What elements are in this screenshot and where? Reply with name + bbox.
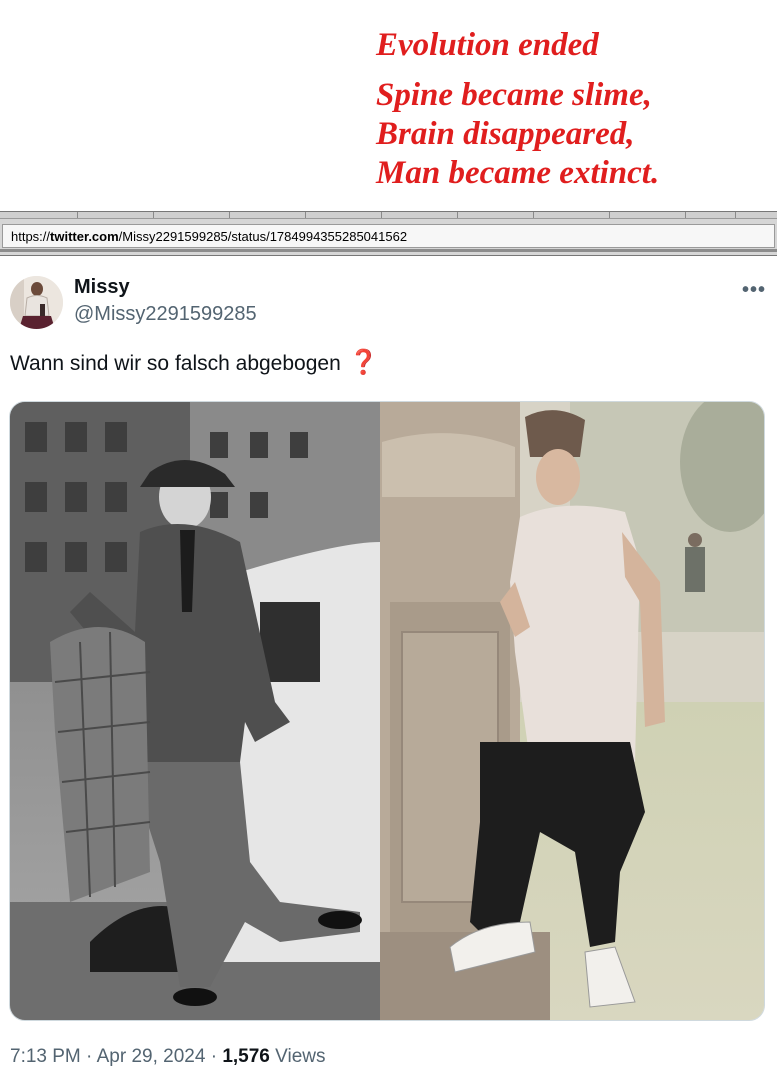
- avatar-image: [10, 276, 63, 329]
- tweet-metadata: 7:13 PM · Apr 29, 2024 · 1,576 Views: [10, 1044, 325, 1069]
- user-handle[interactable]: @Missy2291599285: [74, 302, 257, 327]
- url-prefix: https://: [11, 229, 51, 244]
- caption-line-3: Brain disappeared,: [376, 116, 635, 152]
- meta-separator: ·: [205, 1046, 223, 1067]
- meta-separator: ·: [80, 1046, 97, 1067]
- avatar[interactable]: [10, 276, 63, 329]
- display-name[interactable]: Missy: [74, 275, 130, 300]
- question-mark-icon: ❓: [348, 349, 379, 376]
- image-caption: Evolution ended Spine became slime, Brai…: [376, 26, 771, 193]
- right-photo-panel: [380, 402, 764, 1020]
- tab-strip: [0, 212, 777, 219]
- url-path: /Missy2291599285/status/1784994355285041…: [118, 229, 408, 244]
- left-photo-panel: [10, 402, 380, 1020]
- caption-line-1: Evolution ended: [376, 27, 599, 63]
- tweet-time[interactable]: 7:13 PM: [10, 1046, 81, 1067]
- browser-address-bar: https://twitter.com/Missy2291599285/stat…: [0, 211, 777, 256]
- tweet-text: Wann sind wir so falsch abgebogen ❓: [10, 348, 379, 379]
- tweet-date[interactable]: Apr 29, 2024: [97, 1046, 206, 1067]
- url-domain: twitter.com: [50, 229, 119, 244]
- url-field[interactable]: https://twitter.com/Missy2291599285/stat…: [2, 224, 775, 248]
- more-horizontal-icon[interactable]: •••: [742, 280, 766, 300]
- caption-line-4: Man became extinct.: [376, 155, 660, 191]
- tweet-photo: [10, 402, 764, 1020]
- bar-divider: [0, 249, 777, 252]
- tweet-text-body: Wann sind wir so falsch abgebogen: [10, 352, 341, 375]
- tweet-media[interactable]: [9, 401, 765, 1021]
- views-count: 1,576: [222, 1046, 270, 1067]
- views-label: Views: [269, 1046, 326, 1067]
- caption-line-2: Spine became slime,: [376, 77, 652, 113]
